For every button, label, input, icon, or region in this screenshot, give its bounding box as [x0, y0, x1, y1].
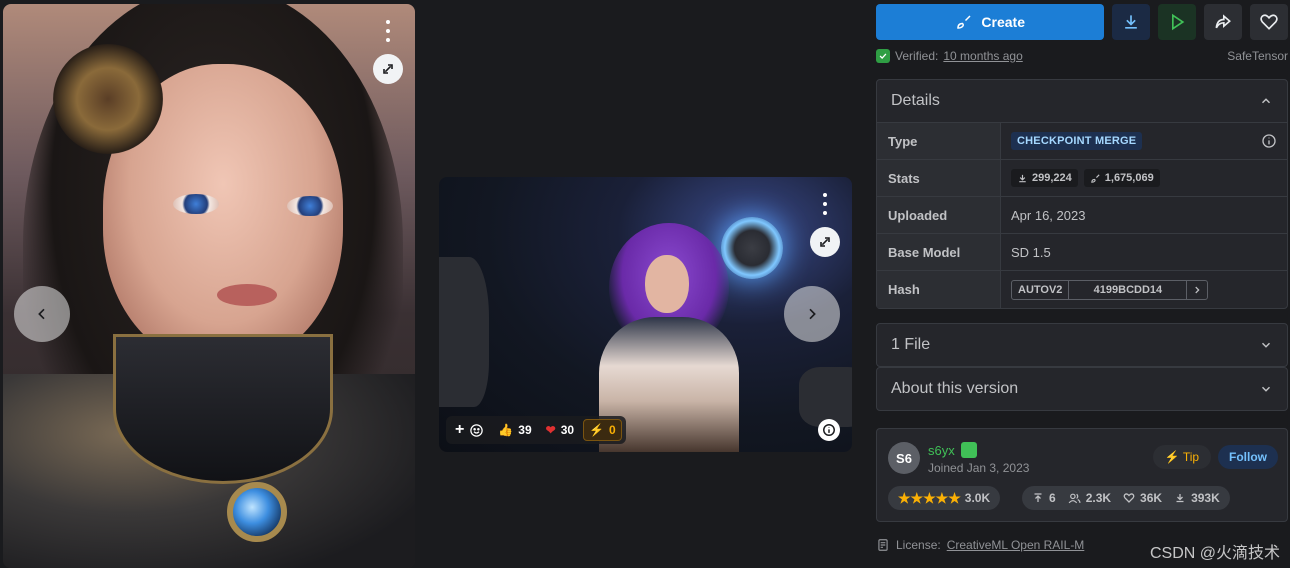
license-icon: [878, 539, 888, 551]
action-row: Create: [876, 4, 1289, 40]
download-icon: [1019, 174, 1026, 182]
details-row-stats: Stats 299,224 1,675,069: [877, 160, 1287, 197]
creator-stats-pill: 6 2.3K 36K 393K: [1022, 486, 1230, 510]
creator-name-link[interactable]: s6yx: [928, 442, 977, 458]
image-gallery: + 👍 39 ❤ 30 ⚡ 0: [0, 0, 862, 568]
watermark: CSDN @火滴技术: [1149, 545, 1280, 562]
remix-icon[interactable]: [810, 227, 840, 257]
tip-button[interactable]: ⚡ Tip: [1153, 445, 1211, 469]
details-row-hash: Hash AUTOV2 4199BCDD14: [877, 271, 1287, 308]
users-icon: [1068, 493, 1081, 503]
star-rating-icon: ★★★★★: [898, 489, 961, 506]
plus-icon: +: [455, 421, 465, 438]
image-info-button[interactable]: [818, 419, 840, 441]
chevron-down-icon: [1261, 342, 1271, 348]
share-icon: [1215, 14, 1232, 29]
license-row: License: CreativeML Open RAIL-M: [876, 538, 1084, 552]
share-button[interactable]: [1204, 4, 1243, 40]
download-icon: [1125, 15, 1138, 29]
create-label: Create: [981, 14, 1025, 30]
reaction-bar: + 👍 39 ❤ 30 ⚡ 0: [446, 416, 626, 444]
favorite-button[interactable]: [1250, 4, 1289, 40]
bolt-icon: ⚡: [589, 423, 605, 437]
heart-count: 30: [560, 423, 575, 437]
brush-icon: [1091, 173, 1100, 183]
verified-row: Verified: 10 months ago SafeTensor: [876, 48, 1288, 64]
download-icon: [1176, 494, 1184, 503]
like-reaction[interactable]: 👍 39: [493, 419, 536, 441]
buzz-tip-button[interactable]: ⚡ 0: [583, 419, 622, 441]
generation-count-badge: 1,675,069: [1083, 169, 1160, 187]
license-label: License:: [896, 538, 941, 552]
buzz-count: 0: [609, 423, 616, 437]
heart-reaction[interactable]: ❤ 30: [541, 419, 579, 441]
heart-outline-icon: [1123, 493, 1135, 503]
run-button[interactable]: [1158, 4, 1197, 40]
chevron-down-icon: [1261, 386, 1271, 392]
type-badge: CHECKPOINT MERGE: [1011, 132, 1143, 150]
gallery-image-1[interactable]: [3, 4, 415, 568]
about-label: About this version: [891, 380, 1019, 397]
license-link[interactable]: CreativeML Open RAIL-M: [947, 538, 1085, 552]
hash-box: AUTOV2 4199BCDD14: [1011, 279, 1209, 300]
files-accordion[interactable]: 1 File: [876, 323, 1288, 367]
hash-value[interactable]: 4199BCDD14: [1069, 280, 1188, 299]
add-reaction-button[interactable]: +: [450, 419, 489, 441]
upload-icon: [1034, 493, 1042, 502]
image-menu-icon[interactable]: [815, 191, 835, 217]
rating-pill: ★★★★★ 3.0K: [888, 486, 1001, 510]
creator-card: S6 s6yx Joined Jan 3, 2023 ⚡ Tip Follow …: [876, 428, 1288, 522]
details-row-uploaded: Uploaded Apr 16, 2023: [877, 197, 1287, 234]
image-menu-icon[interactable]: [378, 18, 398, 44]
info-icon: [823, 424, 835, 436]
follow-button[interactable]: Follow: [1218, 445, 1278, 469]
avatar[interactable]: S6: [888, 442, 920, 474]
details-section: Details Type CHECKPOINT MERGE Stats 299,…: [876, 79, 1288, 309]
verified-label: Verified:: [895, 49, 939, 63]
brush-icon: [957, 15, 971, 29]
like-count: 39: [518, 423, 532, 437]
verified-time-link[interactable]: 10 months ago: [943, 49, 1022, 63]
chevron-right-icon: [809, 308, 816, 320]
joined-date: Joined Jan 3, 2023: [928, 461, 1030, 475]
creator-badge-icon: [960, 442, 977, 458]
details-row-type: Type CHECKPOINT MERGE: [877, 123, 1287, 160]
play-icon: [1172, 13, 1185, 31]
next-image-button[interactable]: [784, 286, 840, 342]
info-icon[interactable]: [1261, 133, 1277, 149]
download-count-badge: 299,224: [1011, 169, 1078, 187]
model-sidebar: Create Verified: 10 months ago SafeTenso…: [876, 4, 1289, 522]
chevron-up-icon: [1261, 98, 1271, 104]
chevron-left-icon: [38, 308, 45, 320]
bolt-icon: ⚡: [1164, 450, 1180, 464]
shield-check-icon: [876, 49, 890, 63]
chevron-right-icon[interactable]: [1187, 281, 1207, 299]
previous-image-button[interactable]: [14, 286, 70, 342]
remix-icon[interactable]: [373, 54, 403, 84]
files-label: 1 File: [891, 336, 931, 353]
hash-type[interactable]: AUTOV2: [1012, 280, 1070, 299]
download-button[interactable]: [1112, 4, 1151, 40]
heart-outline-icon: [1260, 14, 1278, 30]
create-button[interactable]: Create: [876, 4, 1105, 40]
details-title: Details: [891, 92, 940, 109]
details-toggle[interactable]: Details: [877, 80, 1287, 123]
details-row-base-model: Base Model SD 1.5: [877, 234, 1287, 271]
smile-icon: [470, 423, 484, 437]
file-format: SafeTensor: [1227, 49, 1288, 63]
heart-icon: ❤: [545, 423, 556, 437]
about-accordion[interactable]: About this version: [876, 367, 1288, 411]
thumbs-up-icon: 👍: [498, 423, 514, 437]
